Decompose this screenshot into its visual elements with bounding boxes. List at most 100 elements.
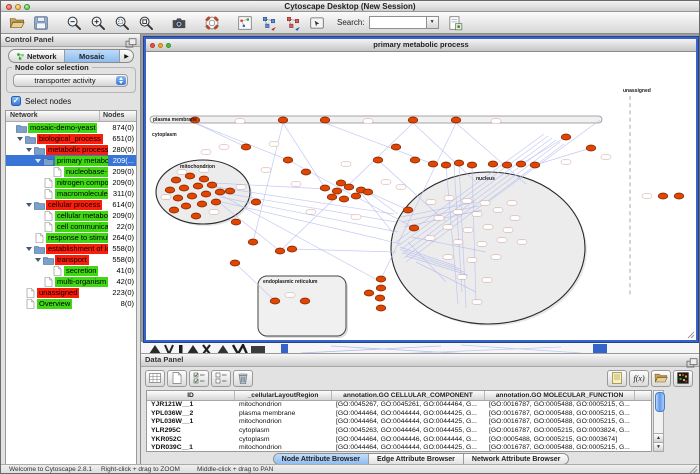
network-node[interactable] <box>300 298 310 304</box>
expand-arrow-icon[interactable] <box>35 159 41 163</box>
network-node[interactable] <box>207 182 217 188</box>
network-node[interactable] <box>283 157 293 163</box>
network-node[interactable] <box>211 199 221 205</box>
network-node[interactable] <box>187 193 197 199</box>
zoom-out-button[interactable] <box>63 13 85 32</box>
tree-row[interactable]: establishment of lo558(0) <box>6 243 136 254</box>
table-row[interactable]: YPL036W__2plasma membrane[GO:0044464, GO… <box>147 410 651 419</box>
network-node[interactable] <box>351 193 361 199</box>
tree-row[interactable]: secretion41(0) <box>6 265 136 276</box>
network-view-titlebar[interactable]: primary metabolic process <box>146 39 696 52</box>
network-node[interactable] <box>408 117 418 123</box>
network-node[interactable] <box>658 193 668 199</box>
apply-layout-blue-button[interactable] <box>258 13 280 32</box>
tree-row[interactable]: cellular process614(0) <box>6 199 136 210</box>
table-row[interactable]: YPL036W__1mitochondrion[GO:0044464, GO:0… <box>147 418 651 427</box>
tree-column-nodes[interactable]: Nodes <box>100 111 136 121</box>
snapshot-button[interactable] <box>168 13 190 32</box>
delete-attribute-button[interactable] <box>233 370 253 387</box>
tree-row[interactable]: nitrogen compo209(0) <box>6 177 136 188</box>
column-header[interactable]: annotation.GO CELLULAR_COMPONENT <box>332 391 485 400</box>
network-node[interactable] <box>248 239 258 245</box>
search-config-button[interactable] <box>444 13 466 32</box>
unselect-attributes-button[interactable] <box>211 370 231 387</box>
network-node[interactable] <box>201 191 211 197</box>
network-node[interactable] <box>327 194 337 200</box>
tab-mosaic[interactable]: Mosaic <box>65 50 121 62</box>
network-node[interactable] <box>530 162 540 168</box>
tree-row[interactable]: mosaic-demo-yeast874(0) <box>6 122 136 133</box>
table-row[interactable]: YLR295Ccytoplasm[GO:0045263, GO:0044464,… <box>147 427 651 436</box>
column-header[interactable]: ID <box>147 391 235 400</box>
network-node[interactable] <box>403 207 413 213</box>
network-node[interactable] <box>215 189 225 195</box>
network-node[interactable] <box>191 213 201 219</box>
column-header[interactable]: annotation.GO MOLECULAR_FUNCTION <box>485 391 635 400</box>
tab-edge-attribute-browser[interactable]: Edge Attribute Browser <box>369 454 464 464</box>
network-node[interactable] <box>391 144 401 150</box>
network-node[interactable] <box>376 305 386 311</box>
tree-row[interactable]: metabolic process280(0) <box>6 144 136 155</box>
network-node[interactable] <box>241 144 251 150</box>
tree-column-network[interactable]: Network <box>6 111 100 121</box>
network-node[interactable] <box>287 246 297 252</box>
network-node[interactable] <box>339 196 349 202</box>
network-node[interactable] <box>225 188 235 194</box>
zoom-fit-button[interactable] <box>135 13 157 32</box>
network-node[interactable] <box>270 298 280 304</box>
network-node[interactable] <box>409 225 419 231</box>
network-node[interactable] <box>171 177 181 183</box>
network-node[interactable] <box>336 180 346 186</box>
network-overview-button[interactable] <box>234 13 256 32</box>
network-node[interactable] <box>251 199 261 205</box>
scrollbar-thumb[interactable] <box>655 392 665 412</box>
show-all-attributes-button[interactable] <box>145 370 165 387</box>
tree-row[interactable]: nucleobase-209(0) <box>6 166 136 177</box>
table-scrollbar[interactable]: ▲ ▼ <box>653 390 664 452</box>
tree-row[interactable]: Overview8(0) <box>6 298 136 309</box>
network-canvas[interactable]: plasma membranecytoplasmmitochondrionnuc… <box>146 52 696 340</box>
network-node[interactable] <box>320 185 330 191</box>
network-node[interactable] <box>301 169 311 175</box>
tree-row[interactable]: multi-organism pro42(0) <box>6 276 136 287</box>
tab-node-attribute-browser[interactable]: Node Attribute Browser <box>274 454 369 464</box>
network-node[interactable] <box>179 185 189 191</box>
search-dropdown-button[interactable]: ▼ <box>427 16 439 29</box>
network-node[interactable] <box>364 290 374 296</box>
import-attributes-button[interactable] <box>651 370 671 387</box>
scroll-up-button[interactable]: ▲ <box>654 433 663 442</box>
network-node[interactable] <box>488 161 498 167</box>
view-resize-grip[interactable] <box>687 331 695 339</box>
network-node[interactable] <box>181 203 191 209</box>
network-node[interactable] <box>193 183 203 189</box>
network-node[interactable] <box>674 193 684 199</box>
zoom-in-button[interactable] <box>87 13 109 32</box>
search-input[interactable] <box>369 16 427 29</box>
vizmapper-button[interactable] <box>306 13 328 32</box>
network-node[interactable] <box>428 161 438 167</box>
network-node[interactable] <box>561 134 571 140</box>
network-node[interactable] <box>502 162 512 168</box>
network-node[interactable] <box>185 173 195 179</box>
attribute-notes-button[interactable] <box>607 370 627 387</box>
network-node[interactable] <box>363 189 373 195</box>
expand-arrow-icon[interactable] <box>26 247 32 251</box>
network-node[interactable] <box>199 176 209 182</box>
tree-row[interactable]: biological_process651(0) <box>6 133 136 144</box>
new-attribute-button[interactable] <box>167 370 187 387</box>
network-node[interactable] <box>332 188 342 194</box>
apply-layout-red-button[interactable] <box>282 13 304 32</box>
tree-row[interactable]: cellular metabo209(0) <box>6 210 136 221</box>
function-builder-button[interactable]: f(x) <box>629 370 649 387</box>
table-row[interactable]: YKR052Ccytoplasm[GO:0044464, GO:0044446,… <box>147 436 651 445</box>
network-node[interactable] <box>376 276 386 282</box>
float-panel-button[interactable] <box>125 36 137 46</box>
window-resize-grip[interactable] <box>689 465 698 474</box>
network-node[interactable] <box>230 260 240 266</box>
tree-row[interactable]: response to stimulu264(0) <box>6 232 136 243</box>
tree-row[interactable]: primary metabo209(... <box>6 155 136 166</box>
network-node[interactable] <box>516 161 526 167</box>
tree-row[interactable]: macromolecule311(0) <box>6 188 136 199</box>
attribute-matrix-button[interactable] <box>673 370 693 387</box>
select-attributes-button[interactable] <box>189 370 209 387</box>
